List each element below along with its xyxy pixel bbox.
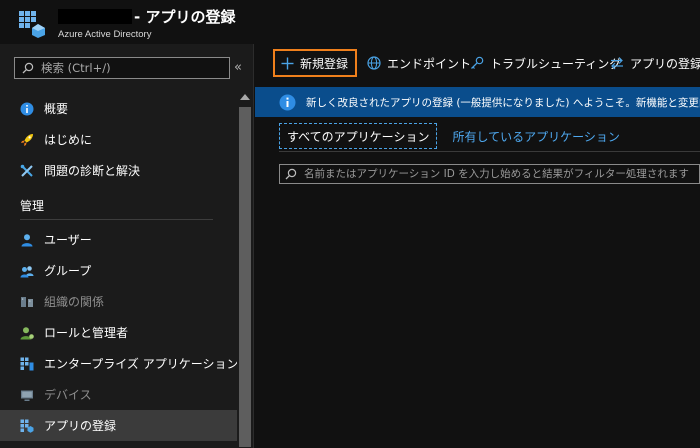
- app-registration-logo-icon: [19, 11, 45, 38]
- tab-divider: [279, 151, 700, 152]
- tab-all-applications[interactable]: すべてのアプリケーション: [279, 123, 438, 149]
- sidebar: « 概要 はじめに 問題の診断と解決: [0, 44, 254, 448]
- switch-arrows-icon: [611, 57, 623, 70]
- filter-input[interactable]: [304, 166, 696, 182]
- sidebar-item-app-registrations[interactable]: アプリの登録: [0, 410, 237, 441]
- app-registration-icon: [20, 419, 34, 433]
- search-icon: [22, 62, 34, 74]
- page-title: - アプリの登録: [134, 7, 236, 26]
- sidebar-search-input[interactable]: [41, 59, 226, 77]
- app-registration-switch-label: アプリの登録: [630, 56, 700, 71]
- app-registration-switch-button[interactable]: アプリの登録: [610, 49, 700, 77]
- sidebar-item-label: デバイス: [44, 388, 92, 402]
- sidebar-item-roles-administrators[interactable]: ロールと管理者: [0, 317, 237, 348]
- info-banner-text: 新しく改良されたアプリの登録 (一般提供になりました) へようこそ。新機能と変更…: [306, 96, 700, 109]
- new-registration-label: 新規登録: [300, 56, 349, 71]
- sidebar-item-label: エンタープライズ アプリケーション: [44, 357, 239, 371]
- section-header-manage: 管理: [0, 186, 237, 224]
- sidebar-item-devices[interactable]: デバイス: [0, 379, 237, 410]
- command-bar: 新規登録 エンドポイント トラブルシューティング アプリの登録: [255, 44, 700, 82]
- search-icon: [285, 168, 297, 180]
- info-banner[interactable]: 新しく改良されたアプリの登録 (一般提供になりました) へようこそ。新機能と変更…: [255, 87, 700, 117]
- troubleshooting-label: トラブルシューティング: [490, 56, 622, 71]
- filter-box[interactable]: [279, 164, 700, 184]
- sidebar-scrollbar[interactable]: [237, 93, 253, 448]
- sidebar-item-label: ユーザー: [44, 233, 92, 247]
- sidebar-item-enterprise-applications[interactable]: エンタープライズ アプリケーション: [0, 348, 239, 379]
- wrench-icon: [20, 164, 33, 177]
- sidebar-nav: 概要 はじめに 問題の診断と解決 管理 ユーザー グループ 組織の関係 ロールと…: [0, 93, 239, 441]
- scroll-up-arrow-icon[interactable]: [240, 94, 250, 100]
- info-icon: [20, 102, 34, 115]
- troubleshooting-button[interactable]: トラブルシューティング: [470, 49, 621, 77]
- new-registration-button[interactable]: 新規登録: [273, 49, 357, 77]
- sidebar-item-getting-started[interactable]: はじめに: [0, 124, 237, 155]
- sidebar-item-label: 概要: [44, 102, 69, 116]
- sidebar-item-label: はじめに: [44, 133, 93, 147]
- sidebar-item-diagnose-solve[interactable]: 問題の診断と解決: [0, 155, 237, 186]
- rocket-icon: [21, 133, 33, 146]
- endpoints-label: エンドポイント: [387, 56, 472, 71]
- page-subtitle: Azure Active Directory: [58, 29, 152, 40]
- sidebar-item-label: アプリの登録: [44, 419, 117, 433]
- group-icon: [20, 265, 34, 277]
- portal-header: - アプリの登録 Azure Active Directory: [0, 0, 700, 44]
- sidebar-item-groups[interactable]: グループ: [0, 255, 237, 286]
- user-icon: [21, 233, 33, 246]
- sidebar-search[interactable]: [14, 57, 230, 79]
- redacted-tenant-name: [58, 8, 132, 24]
- sidebar-item-overview[interactable]: 概要: [0, 93, 237, 124]
- main-content: 新規登録 エンドポイント トラブルシューティング アプリの登録 新しく改良された…: [255, 44, 700, 448]
- endpoints-button[interactable]: エンドポイント: [367, 49, 471, 77]
- info-icon: [279, 94, 296, 110]
- sidebar-item-label: ロールと管理者: [44, 326, 129, 340]
- sidebar-item-label: 問題の診断と解決: [44, 164, 141, 178]
- sidebar-item-label: グループ: [44, 264, 92, 278]
- globe-icon: [367, 56, 381, 70]
- sidebar-item-users[interactable]: ユーザー: [0, 224, 237, 255]
- org-relationship-icon: [21, 296, 33, 307]
- key-icon: [471, 56, 484, 69]
- admin-role-icon: [20, 326, 34, 339]
- device-icon: [21, 390, 33, 401]
- tab-owned-applications[interactable]: 所有しているアプリケーション: [445, 123, 626, 149]
- app-tabs: すべてのアプリケーション 所有しているアプリケーション: [279, 123, 627, 149]
- sidebar-item-label: 組織の関係: [44, 295, 105, 309]
- collapse-sidebar-icon[interactable]: «: [234, 60, 242, 75]
- scrollbar-thumb[interactable]: [239, 107, 251, 447]
- plus-icon: [281, 57, 294, 69]
- sidebar-item-organizational-relationships[interactable]: 組織の関係: [0, 286, 237, 317]
- enterprise-apps-icon: [20, 357, 34, 370]
